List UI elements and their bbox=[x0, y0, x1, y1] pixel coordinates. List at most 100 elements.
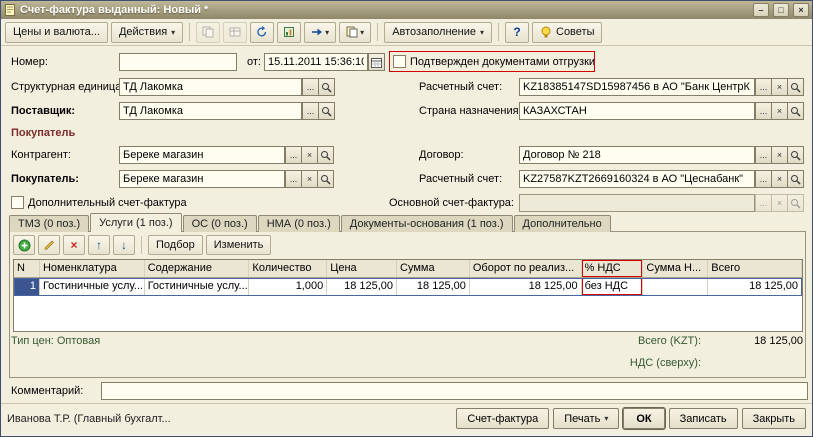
buyer-section-label: Покупатель bbox=[11, 124, 75, 142]
structural-unit-label: Структурная единица: bbox=[11, 78, 124, 96]
buyer-clear-button[interactable]: × bbox=[301, 170, 318, 188]
contract-open-button[interactable] bbox=[787, 146, 804, 164]
contract-clear-button[interactable]: × bbox=[771, 146, 788, 164]
tab-tmz[interactable]: ТМЗ (0 поз.) bbox=[9, 215, 89, 232]
contract-input[interactable] bbox=[519, 146, 755, 164]
column-header-turnover: Оборот по реализ... bbox=[470, 260, 582, 277]
buyer-select-button[interactable]: ... bbox=[285, 170, 302, 188]
cell-price[interactable]: 18 125,00 bbox=[327, 278, 397, 295]
cell-n[interactable]: 1 bbox=[14, 278, 40, 295]
cell-sum[interactable]: 18 125,00 bbox=[397, 278, 470, 295]
tab-services[interactable]: Услуги (1 поз.) bbox=[90, 213, 181, 232]
main-invoice-clear-button: × bbox=[771, 194, 788, 212]
refresh-button[interactable] bbox=[250, 22, 274, 43]
chevron-down-icon: ▾ bbox=[480, 28, 484, 37]
number-input[interactable] bbox=[119, 53, 237, 71]
add-row-button[interactable] bbox=[13, 235, 35, 255]
buyer-account-select-button[interactable]: ... bbox=[755, 170, 772, 188]
move-up-button[interactable]: ↑ bbox=[88, 235, 110, 255]
help-button[interactable]: ? bbox=[505, 22, 529, 43]
maximize-button[interactable]: □ bbox=[773, 3, 789, 17]
toolbar-separator bbox=[189, 23, 190, 41]
main-invoice-select-button: ... bbox=[755, 194, 772, 212]
contractor-input[interactable] bbox=[119, 146, 285, 164]
column-header-sum: Сумма bbox=[397, 260, 470, 277]
settlement-account-select-button[interactable]: ... bbox=[755, 78, 772, 96]
chevron-down-icon: ▾ bbox=[325, 28, 329, 37]
tab-os[interactable]: ОС (0 поз.) bbox=[183, 215, 257, 232]
magnifier-icon bbox=[320, 150, 331, 161]
related-documents-button[interactable]: ▾ bbox=[339, 22, 371, 43]
tab-nma[interactable]: НМА (0 поз.) bbox=[258, 215, 340, 232]
print-button[interactable]: Печать▾ bbox=[553, 408, 619, 429]
supplier-input[interactable] bbox=[119, 102, 302, 120]
structural-unit-select-button[interactable]: ... bbox=[302, 78, 319, 96]
calendar-button[interactable] bbox=[368, 53, 385, 71]
buyer-open-button[interactable] bbox=[317, 170, 334, 188]
column-header-vat-sum: Сумма Н... bbox=[643, 260, 708, 277]
change-button[interactable]: Изменить bbox=[206, 235, 272, 255]
column-header-vat-rate: % НДС bbox=[582, 260, 644, 277]
save-button[interactable]: Записать bbox=[669, 408, 738, 429]
buyer-label: Покупатель: bbox=[11, 170, 79, 188]
copy-button[interactable] bbox=[196, 22, 220, 43]
structural-unit-open-button[interactable] bbox=[318, 78, 335, 96]
comment-input[interactable] bbox=[101, 382, 808, 400]
close-button[interactable]: × bbox=[793, 3, 809, 17]
close-form-button[interactable]: Закрыть bbox=[742, 408, 806, 429]
prices-currency-button[interactable]: Цены и валюта... bbox=[5, 22, 108, 43]
supplier-select-button[interactable]: ... bbox=[302, 102, 319, 120]
autofill-button[interactable]: Автозаполнение▾ bbox=[384, 22, 492, 43]
edit-row-button[interactable] bbox=[38, 235, 60, 255]
magnifier-icon bbox=[790, 106, 801, 117]
details-button[interactable] bbox=[223, 22, 247, 43]
cell-vat-sum[interactable] bbox=[643, 278, 708, 295]
save-button-label: Записать bbox=[680, 413, 727, 425]
settlement-account-open-button[interactable] bbox=[787, 78, 804, 96]
buyer-input[interactable] bbox=[119, 170, 285, 188]
contractor-clear-button[interactable]: × bbox=[301, 146, 318, 164]
date-input[interactable] bbox=[264, 53, 368, 71]
country-select-button[interactable]: ... bbox=[755, 102, 772, 120]
tab-basis-documents[interactable]: Документы-основания (1 поз.) bbox=[341, 215, 513, 232]
cell-content[interactable]: Гостиничные услу... bbox=[145, 278, 250, 295]
country-open-button[interactable] bbox=[787, 102, 804, 120]
report-button[interactable] bbox=[277, 22, 301, 43]
column-header-price: Цена bbox=[327, 260, 397, 277]
report-icon bbox=[283, 26, 295, 38]
buyer-account-clear-button[interactable]: × bbox=[771, 170, 788, 188]
settlement-account-clear-button[interactable]: × bbox=[771, 78, 788, 96]
refresh-icon bbox=[256, 26, 268, 38]
ok-button[interactable]: ОК bbox=[623, 408, 664, 429]
table-row[interactable]: 1 Гостиничные услу... Гостиничные услу..… bbox=[14, 278, 802, 296]
move-down-button[interactable]: ↓ bbox=[113, 235, 135, 255]
cell-turnover[interactable]: 18 125,00 bbox=[470, 278, 582, 295]
main-invoice-input bbox=[519, 194, 755, 212]
cell-total[interactable]: 18 125,00 bbox=[708, 278, 802, 295]
lamp-icon bbox=[540, 26, 552, 38]
delete-row-button[interactable]: × bbox=[63, 235, 85, 255]
structural-unit-input[interactable] bbox=[119, 78, 302, 96]
contract-select-button[interactable]: ... bbox=[755, 146, 772, 164]
confirmed-checkbox[interactable] bbox=[393, 55, 406, 68]
go-to-button[interactable]: ▾ bbox=[304, 22, 336, 43]
contractor-select-button[interactable]: ... bbox=[285, 146, 302, 164]
additional-invoice-checkbox[interactable] bbox=[11, 196, 24, 209]
buyer-account-open-button[interactable] bbox=[787, 170, 804, 188]
tab-additional[interactable]: Дополнительно bbox=[514, 215, 611, 232]
minimize-button[interactable]: – bbox=[753, 3, 769, 17]
supplier-open-button[interactable] bbox=[318, 102, 335, 120]
pick-button[interactable]: Подбор bbox=[148, 235, 203, 255]
cell-vat-rate[interactable]: без НДС bbox=[582, 278, 644, 295]
cell-nomenclature[interactable]: Гостиничные услу... bbox=[40, 278, 145, 295]
grid-toolbar: × ↑ ↓ Подбор Изменить bbox=[13, 235, 271, 255]
country-input[interactable] bbox=[519, 102, 755, 120]
actions-button[interactable]: Действия▾ bbox=[111, 22, 183, 43]
tips-button[interactable]: Советы bbox=[532, 22, 602, 43]
settlement-account-input[interactable] bbox=[519, 78, 755, 96]
contractor-open-button[interactable] bbox=[317, 146, 334, 164]
invoice-button[interactable]: Счет-фактура bbox=[456, 408, 549, 429]
buyer-account-input[interactable] bbox=[519, 170, 755, 188]
cell-quantity[interactable]: 1,000 bbox=[249, 278, 327, 295]
country-clear-button[interactable]: × bbox=[771, 102, 788, 120]
